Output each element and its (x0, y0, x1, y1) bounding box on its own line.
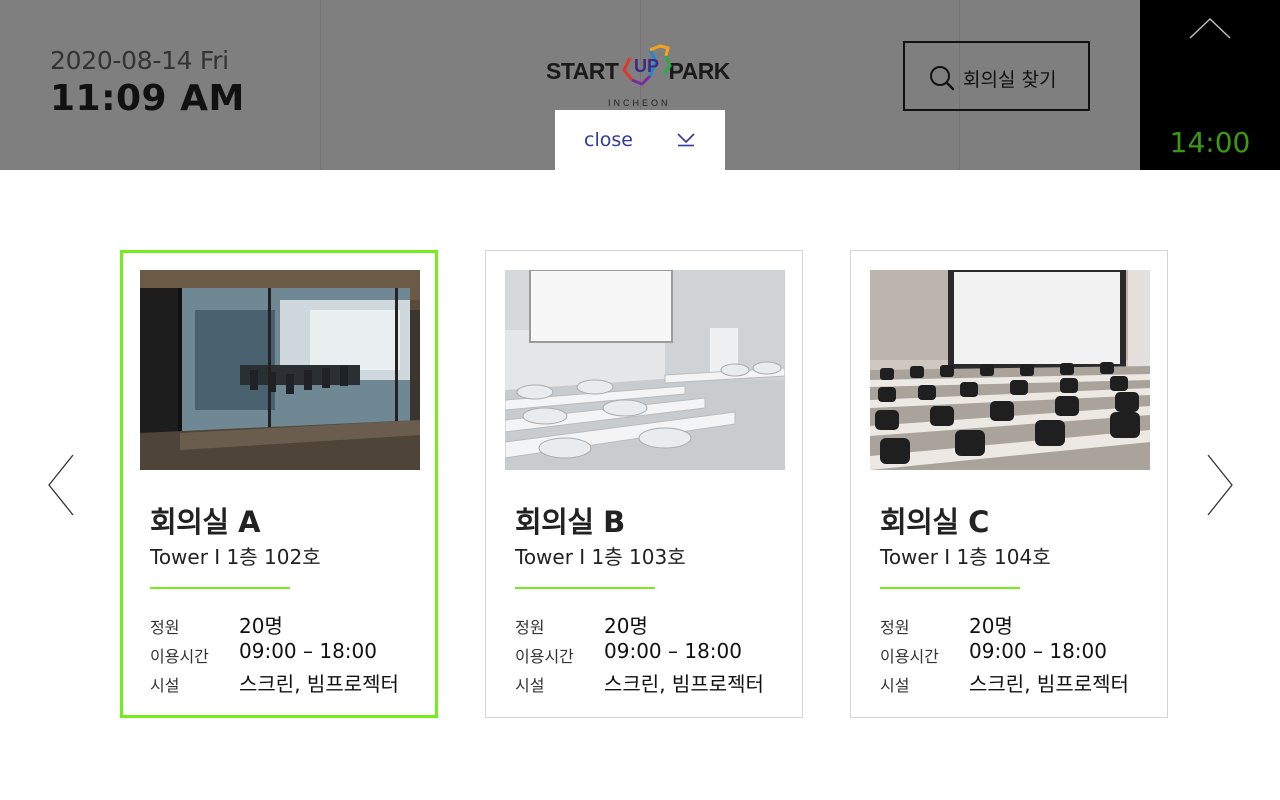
info-value: 20명 (239, 614, 283, 638)
startup-park-logo: START PARK UP INCHEON (546, 44, 736, 110)
room-photo (140, 270, 420, 470)
info-label: 정원 (150, 618, 180, 637)
divider (515, 587, 655, 589)
info-value: 09:00 – 18:00 (969, 639, 1107, 663)
previous-arrow-icon[interactable] (46, 453, 76, 517)
info-value: 20명 (604, 614, 648, 638)
search-icon (930, 66, 955, 91)
info-value: 스크린, 빔프로젝터 (604, 672, 764, 696)
info-label: 이용시간 (880, 647, 939, 666)
room-location: Tower Ⅰ 1층 103호 (515, 545, 686, 569)
room-card-a[interactable]: 회의실 A Tower Ⅰ 1층 102호 정원 20명 이용시간 09:00 … (120, 250, 438, 718)
room-card-c[interactable]: 회의실 C Tower Ⅰ 1층 104호 정원 20명 이용시간 09:00 … (850, 250, 1168, 718)
close-tab-button[interactable]: close (555, 110, 725, 170)
logo-subtitle: INCHEON (608, 98, 671, 108)
info-label: 정원 (880, 618, 910, 637)
logo-text-park: PARK (668, 58, 730, 84)
next-arrow-icon[interactable] (1205, 453, 1235, 517)
room-location: Tower Ⅰ 1층 102호 (150, 545, 321, 569)
divider (880, 587, 1020, 589)
info-value: 스크린, 빔프로젝터 (969, 672, 1129, 696)
info-label: 시설 (150, 676, 180, 695)
room-name: 회의실 C (880, 505, 989, 539)
close-label: close (584, 129, 633, 151)
info-value: 09:00 – 18:00 (604, 639, 742, 663)
logo-up-mark: UP (622, 44, 672, 86)
info-value: 스크린, 빔프로젝터 (239, 672, 399, 696)
current-time: 11:09 AM (50, 78, 245, 119)
chevron-down-icon (677, 133, 695, 147)
current-date: 2020-08-14 Fri (50, 46, 229, 75)
room-name: 회의실 B (515, 505, 625, 539)
room-photo (870, 270, 1150, 470)
info-label: 시설 (880, 676, 910, 695)
info-label: 시설 (515, 676, 545, 695)
room-photo (505, 270, 785, 470)
room-photo-c (870, 270, 1150, 470)
room-location: Tower Ⅰ 1층 104호 (880, 545, 1051, 569)
info-label: 이용시간 (150, 647, 209, 666)
info-value: 20명 (969, 614, 1013, 638)
info-label: 이용시간 (515, 647, 574, 666)
info-label: 정원 (515, 618, 545, 637)
divider (150, 587, 290, 589)
header-divider (320, 0, 321, 170)
side-panel: 14:00 (1140, 0, 1280, 170)
find-room-button[interactable]: 회의실 찾기 (903, 41, 1090, 111)
chevron-up-icon[interactable] (1188, 16, 1232, 42)
svg-text:UP: UP (634, 56, 659, 76)
room-photo-b (505, 270, 785, 470)
find-room-label: 회의실 찾기 (963, 69, 1057, 91)
room-photo-a (140, 270, 420, 470)
room-name: 회의실 A (150, 505, 261, 539)
next-booking-time: 14:00 (1169, 126, 1251, 159)
room-card-b[interactable]: 회의실 B Tower Ⅰ 1층 103호 정원 20명 이용시간 09:00 … (485, 250, 803, 718)
logo-text-start: START (546, 58, 619, 84)
info-value: 09:00 – 18:00 (239, 639, 377, 663)
